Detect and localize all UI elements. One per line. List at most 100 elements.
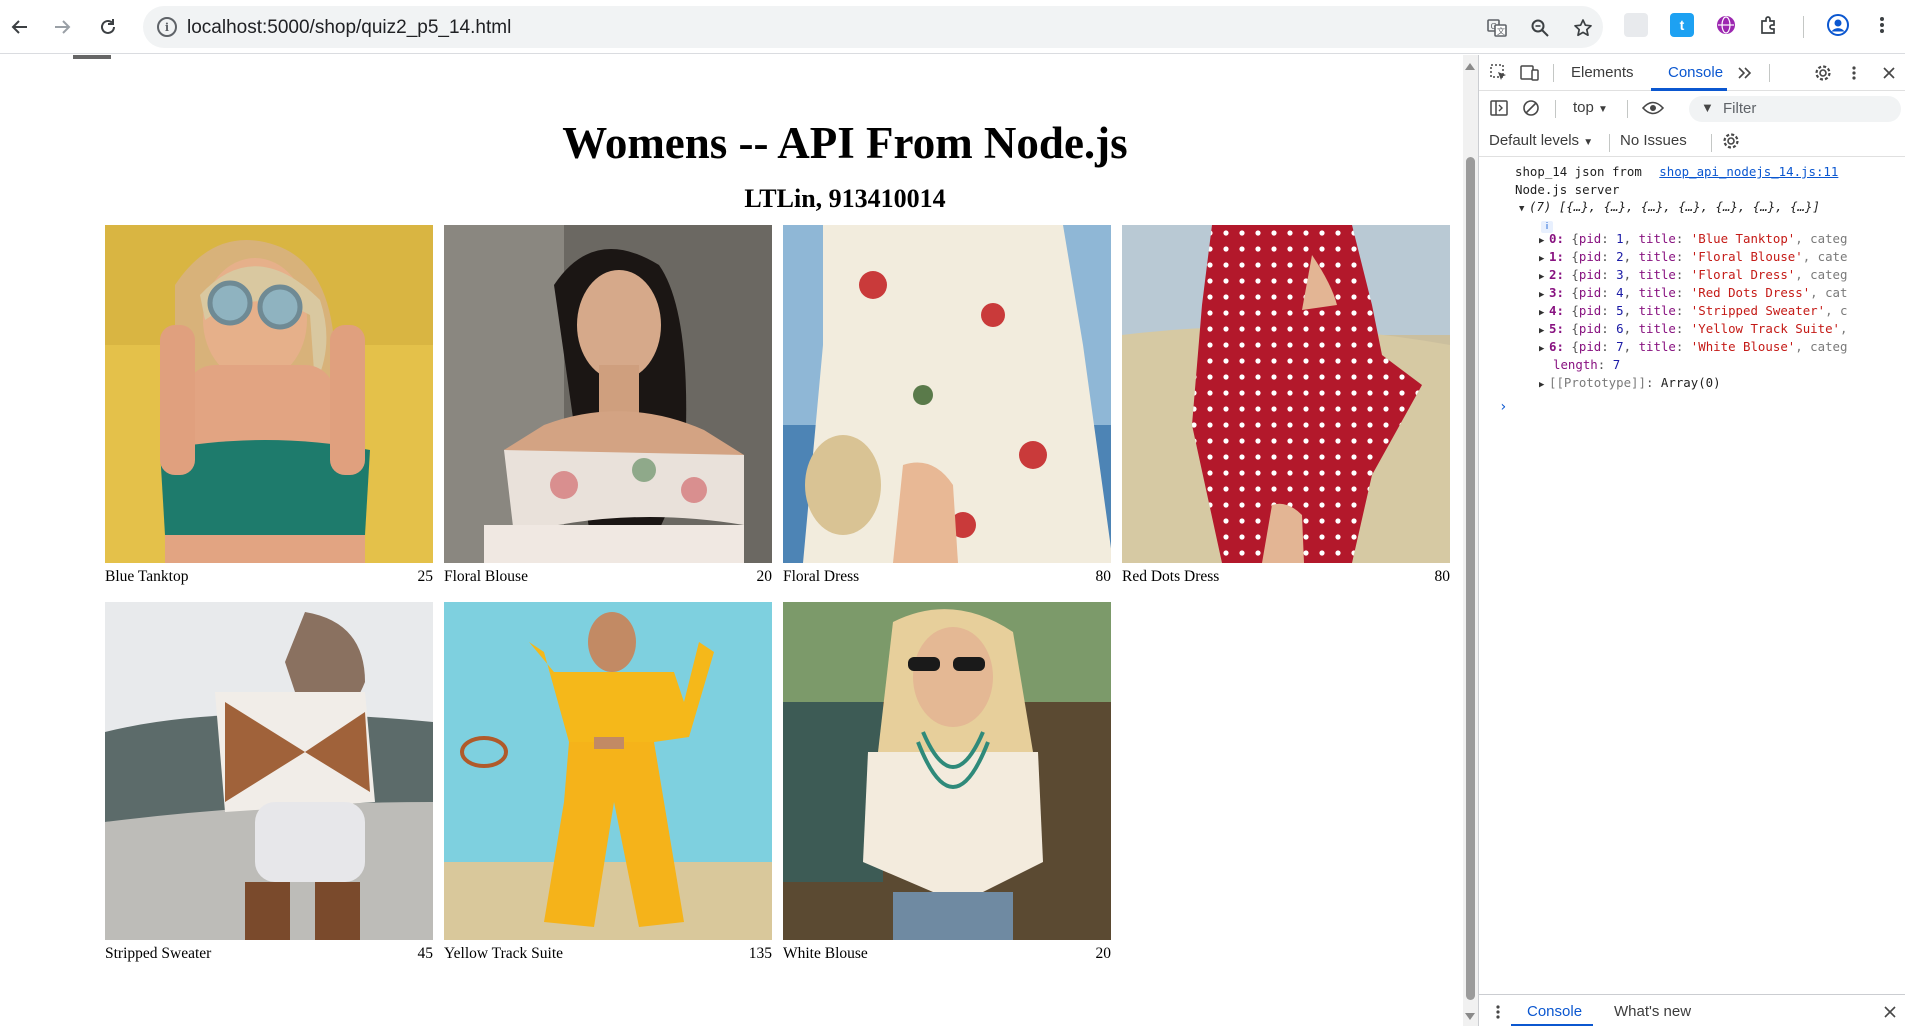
- collapsed-triangle-icon[interactable]: ▶: [1539, 272, 1549, 282]
- page-scrollbar[interactable]: [1463, 55, 1478, 1026]
- key-title: title: [1638, 249, 1676, 264]
- product-name: Yellow Track Suite: [444, 945, 564, 962]
- collapsed-triangle-icon[interactable]: ▶: [1539, 380, 1549, 390]
- extension-globe-icon[interactable]: [1714, 13, 1738, 37]
- filter-input[interactable]: ▼ Filter: [1689, 96, 1901, 122]
- devtools-menu-icon[interactable]: [1847, 63, 1861, 83]
- collapsed-triangle-icon[interactable]: ▶: [1539, 254, 1549, 264]
- extension-blank-icon[interactable]: [1624, 13, 1648, 37]
- array-summary-row[interactable]: ▼ (7) [{…}, {…}, {…}, {…}, {…}, {…}, {…}]: [1519, 199, 1820, 214]
- sidebar-toggle-icon[interactable]: [1489, 99, 1509, 117]
- collapsed-triangle-icon[interactable]: ▶: [1539, 326, 1549, 336]
- bookmark-star-icon[interactable]: [1570, 15, 1596, 41]
- drawer-menu-icon[interactable]: [1493, 1003, 1503, 1021]
- item-colon: :: [1675, 231, 1691, 246]
- item-title: 'White Blouse': [1690, 339, 1796, 354]
- default-levels-dropdown[interactable]: Default levels ▼: [1489, 132, 1593, 149]
- tab-divider: [1555, 100, 1556, 118]
- key-title: title: [1638, 231, 1676, 246]
- clear-console-icon[interactable]: [1521, 99, 1541, 117]
- prototype-row[interactable]: ▶ [[Prototype]]: Array(0): [1539, 375, 1721, 390]
- issues-counter[interactable]: No Issues: [1620, 132, 1687, 149]
- length-key: length: [1553, 357, 1598, 372]
- drawer-tab-console[interactable]: Console: [1527, 1003, 1582, 1020]
- context-select[interactable]: top ▼: [1573, 99, 1608, 116]
- product-image[interactable]: [783, 225, 1111, 563]
- array-item-row[interactable]: ▶ 2: {pid: 3, title: 'Floral Dress', cate…: [1539, 267, 1847, 282]
- close-devtools-icon[interactable]: [1879, 63, 1899, 83]
- scroll-up-arrow-icon[interactable]: [1465, 63, 1475, 70]
- address-bar[interactable]: i localhost:5000/shop/quiz2_p5_14.html G…: [143, 6, 1603, 48]
- array-item-row[interactable]: ▶ 5: {pid: 6, title: 'Yellow Track Suite'…: [1539, 321, 1847, 336]
- more-tabs-chevron-icon[interactable]: [1735, 63, 1755, 83]
- item-brace: {: [1571, 267, 1579, 282]
- close-drawer-icon[interactable]: [1881, 1003, 1899, 1021]
- item-title: 'Floral Blouse': [1690, 249, 1803, 264]
- reload-button[interactable]: [92, 11, 124, 43]
- live-expression-eye-icon[interactable]: [1641, 99, 1665, 117]
- item-title: 'Stripped Sweater': [1690, 303, 1826, 318]
- product-price: 80: [1095, 568, 1112, 585]
- scroll-down-arrow-icon[interactable]: [1465, 1013, 1475, 1020]
- devtools-drawer: Console What's new: [1479, 994, 1905, 1026]
- array-item-row[interactable]: ▶ 4: {pid: 5, title: 'Stripped Sweater', …: [1539, 303, 1847, 318]
- product-price: 20: [756, 568, 773, 585]
- product-image[interactable]: [783, 602, 1111, 940]
- collapsed-triangle-icon[interactable]: ▶: [1539, 308, 1549, 318]
- product-image[interactable]: [444, 602, 772, 940]
- item-colon: :: [1645, 375, 1661, 390]
- tab-divider: [1769, 64, 1770, 82]
- zoom-icon[interactable]: [1527, 15, 1553, 41]
- array-item-row[interactable]: ▶ 3: {pid: 4, title: 'Red Dots Dress', ca…: [1539, 285, 1847, 300]
- collapsed-triangle-icon[interactable]: ▶: [1539, 236, 1549, 246]
- log-message-line2: Node.js server: [1515, 182, 1620, 197]
- tab-divider: [1553, 64, 1554, 82]
- item-pid: 7: [1616, 339, 1624, 354]
- translate-icon[interactable]: G文: [1484, 15, 1510, 41]
- product-image[interactable]: [444, 225, 772, 563]
- key-title: title: [1638, 321, 1676, 336]
- site-info-icon[interactable]: i: [157, 17, 177, 37]
- scrollbar-thumb[interactable]: [1466, 157, 1475, 1000]
- extension-t-icon[interactable]: t: [1670, 13, 1694, 37]
- prototype-key: [[Prototype]]: [1549, 375, 1646, 390]
- item-index: 2:: [1549, 267, 1564, 282]
- inspect-element-icon[interactable]: [1489, 63, 1509, 83]
- product-image[interactable]: [1122, 225, 1450, 563]
- item-tail: , categ: [1795, 267, 1848, 282]
- profile-avatar-icon[interactable]: [1826, 13, 1850, 37]
- device-toolbar-icon[interactable]: [1519, 63, 1541, 83]
- product-image[interactable]: [105, 225, 433, 563]
- browser-menu-icon[interactable]: [1870, 13, 1894, 37]
- filter-placeholder: Filter: [1723, 100, 1757, 117]
- expanded-triangle-icon[interactable]: ▼: [1519, 204, 1529, 214]
- item-tail: , categ: [1795, 339, 1848, 354]
- extensions-puzzle-icon[interactable]: [1756, 13, 1780, 37]
- url-text[interactable]: localhost:5000/shop/quiz2_p5_14.html: [187, 17, 511, 39]
- key-pid: pid: [1578, 231, 1602, 246]
- console-settings-gear-icon[interactable]: [1721, 131, 1741, 151]
- log-source-link[interactable]: shop_api_nodejs_14.js:11: [1659, 164, 1838, 179]
- array-item-row[interactable]: ▶ 0: {pid: 1, title: 'Blue Tanktop', cate…: [1539, 231, 1847, 246]
- arrow-left-icon: [11, 20, 27, 34]
- arrow-right-icon: [55, 20, 71, 34]
- array-item-row[interactable]: ▶ 6: {pid: 7, title: 'White Blouse', cate…: [1539, 339, 1847, 354]
- product-image[interactable]: [105, 602, 433, 940]
- tab-console[interactable]: Console: [1668, 64, 1723, 81]
- item-brace: {: [1571, 249, 1579, 264]
- toolbar-separator: [1803, 16, 1804, 38]
- item-colon: :: [1601, 249, 1617, 264]
- array-item-row[interactable]: ▶ 1: {pid: 2, title: 'Floral Blouse', cat…: [1539, 249, 1847, 264]
- key-pid: pid: [1578, 321, 1602, 336]
- default-levels-label: Default levels: [1489, 132, 1580, 149]
- collapsed-triangle-icon[interactable]: ▶: [1539, 344, 1549, 354]
- back-button[interactable]: [4, 11, 36, 43]
- console-prompt-chevron-icon[interactable]: ›: [1499, 399, 1507, 415]
- item-brace: {: [1571, 231, 1579, 246]
- collapsed-triangle-icon[interactable]: ▶: [1539, 290, 1549, 300]
- tab-elements[interactable]: Elements: [1571, 64, 1634, 81]
- settings-gear-icon[interactable]: [1813, 63, 1833, 83]
- drawer-tab-whats-new[interactable]: What's new: [1614, 1003, 1691, 1020]
- forward-button[interactable]: [46, 11, 78, 43]
- item-pid: 1: [1616, 231, 1624, 246]
